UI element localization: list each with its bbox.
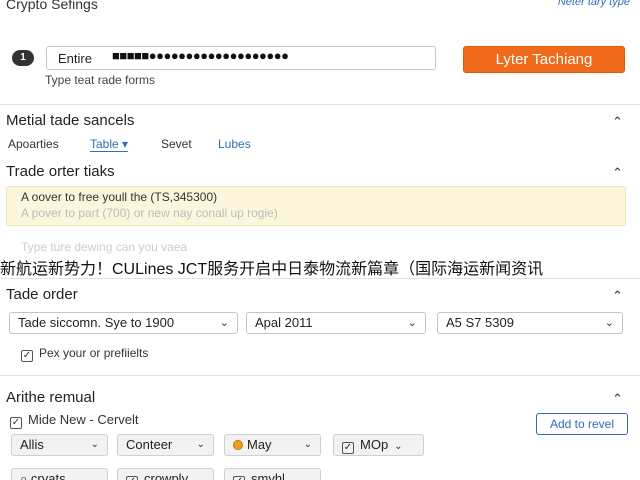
status-dot-icon — [233, 440, 243, 450]
chevron-up-icon[interactable]: ⌃ — [612, 114, 623, 130]
chevron-up-icon[interactable]: ⌃ — [612, 391, 623, 407]
mide-checkbox-label: Mide New - Cervelt — [28, 412, 139, 427]
code-select-value: A5 S7 5309 — [446, 315, 514, 330]
chip-label: MOp — [360, 437, 389, 452]
checkbox-icon: ✓ — [233, 476, 245, 480]
chevron-down-icon: ⌄ — [303, 439, 312, 450]
date-select-value: Apal 2011 — [255, 315, 313, 330]
chip-conteer[interactable]: Conteer ⌄ — [117, 434, 214, 456]
entry-field-value: ■■■■■●●●●●●●●●●●●●●●●●●● — [112, 48, 289, 63]
trade-select-value: Tade siccomn. Sye to 1900 — [18, 315, 175, 330]
faded-hint-text: Type ture dewing can you vaea — [21, 240, 188, 254]
chevron-up-icon[interactable]: ⌃ — [612, 288, 623, 304]
checkbox-icon: ✓ — [126, 476, 138, 480]
section-title-metal: Metial tade sancels — [6, 112, 135, 129]
checkbox-icon: ✓ — [342, 442, 354, 454]
primary-action-button[interactable]: Lyter Tachiang — [463, 46, 625, 73]
chip-label: Conteer — [126, 437, 173, 452]
date-select[interactable]: Apal 2011 ⌄ — [246, 312, 426, 334]
chip-smyhl[interactable]: ✓ smyhl — [224, 468, 321, 480]
checkbox[interactable]: ✓ — [10, 417, 22, 429]
tab-apoarties[interactable]: Apoarties — [8, 137, 59, 151]
chevron-down-icon: ⌄ — [90, 439, 99, 450]
header-link[interactable]: Neter tary type — [558, 0, 630, 8]
divider — [0, 278, 640, 279]
section-title-trade-order: Tade order — [6, 286, 78, 303]
banner-text: 新航运新势力！CULines JCT服务开启中日泰物流新篇章（国际海运新闻资讯 — [0, 261, 544, 278]
chip-label: May — [247, 437, 272, 452]
chevron-down-icon: ⌄ — [196, 439, 205, 450]
entry-field-label: Entire — [58, 51, 92, 66]
chip-cryats[interactable]: ⌕ cryats — [11, 468, 108, 480]
section-title-arithe: Arithe remual — [6, 389, 96, 406]
chip-mop[interactable]: ✓ MOp ⌄ — [333, 434, 424, 456]
search-icon: ⌕ — [20, 471, 28, 480]
divider — [0, 375, 640, 376]
mide-checkbox-row[interactable]: ✓ Mide New - Cervelt — [10, 412, 139, 429]
chip-allis[interactable]: Allis ⌄ — [11, 434, 108, 456]
add-to-revel-button[interactable]: Add to revel — [536, 413, 628, 435]
chevron-down-icon: ⌄ — [219, 317, 229, 329]
notice-text: A oover to free youll the (TS,345300) — [21, 190, 218, 204]
chip-label: cryats — [30, 471, 66, 480]
section-title-trade-orter: Trade orter tiaks — [6, 163, 115, 180]
overlay-banner: 新航运新势力！CULines JCT服务开启中日泰物流新篇章（国际海运新闻资讯 — [0, 256, 640, 284]
trade-select[interactable]: Tade siccomn. Sye to 1900 ⌄ — [9, 312, 238, 334]
step-badge: 1 — [12, 50, 34, 66]
chip-label: Allis — [20, 437, 44, 452]
chip-label: smyhl — [251, 471, 285, 480]
tab-lubes[interactable]: Lubes — [218, 137, 251, 151]
tab-sevet[interactable]: Sevet — [161, 137, 192, 151]
divider — [0, 104, 640, 105]
chip-may[interactable]: May ⌄ — [224, 434, 321, 456]
checkbox[interactable]: ✓ — [21, 350, 33, 362]
prefs-checkbox-row[interactable]: ✓ Pex your or prefiielts — [21, 346, 148, 362]
entry-hint: Type teat rade forms — [45, 73, 156, 87]
tab-table[interactable]: Table ▾ — [90, 137, 129, 152]
chevron-down-icon: ⌄ — [407, 317, 417, 329]
chevron-down-icon: ⌄ — [394, 441, 403, 452]
notice-subtext: A pover to part (700) or new nay conall … — [21, 206, 278, 220]
prefs-checkbox-label: Pex your or prefiielts — [39, 346, 149, 360]
code-select[interactable]: A5 S7 5309 ⌄ — [437, 312, 623, 334]
page-title: Crypto Sefings — [6, 0, 98, 12]
chip-label: crowply — [144, 471, 189, 480]
chip-crowply[interactable]: ✓ crowply — [117, 468, 214, 480]
chevron-down-icon: ⌄ — [604, 317, 614, 329]
chevron-up-icon[interactable]: ⌃ — [612, 165, 623, 181]
